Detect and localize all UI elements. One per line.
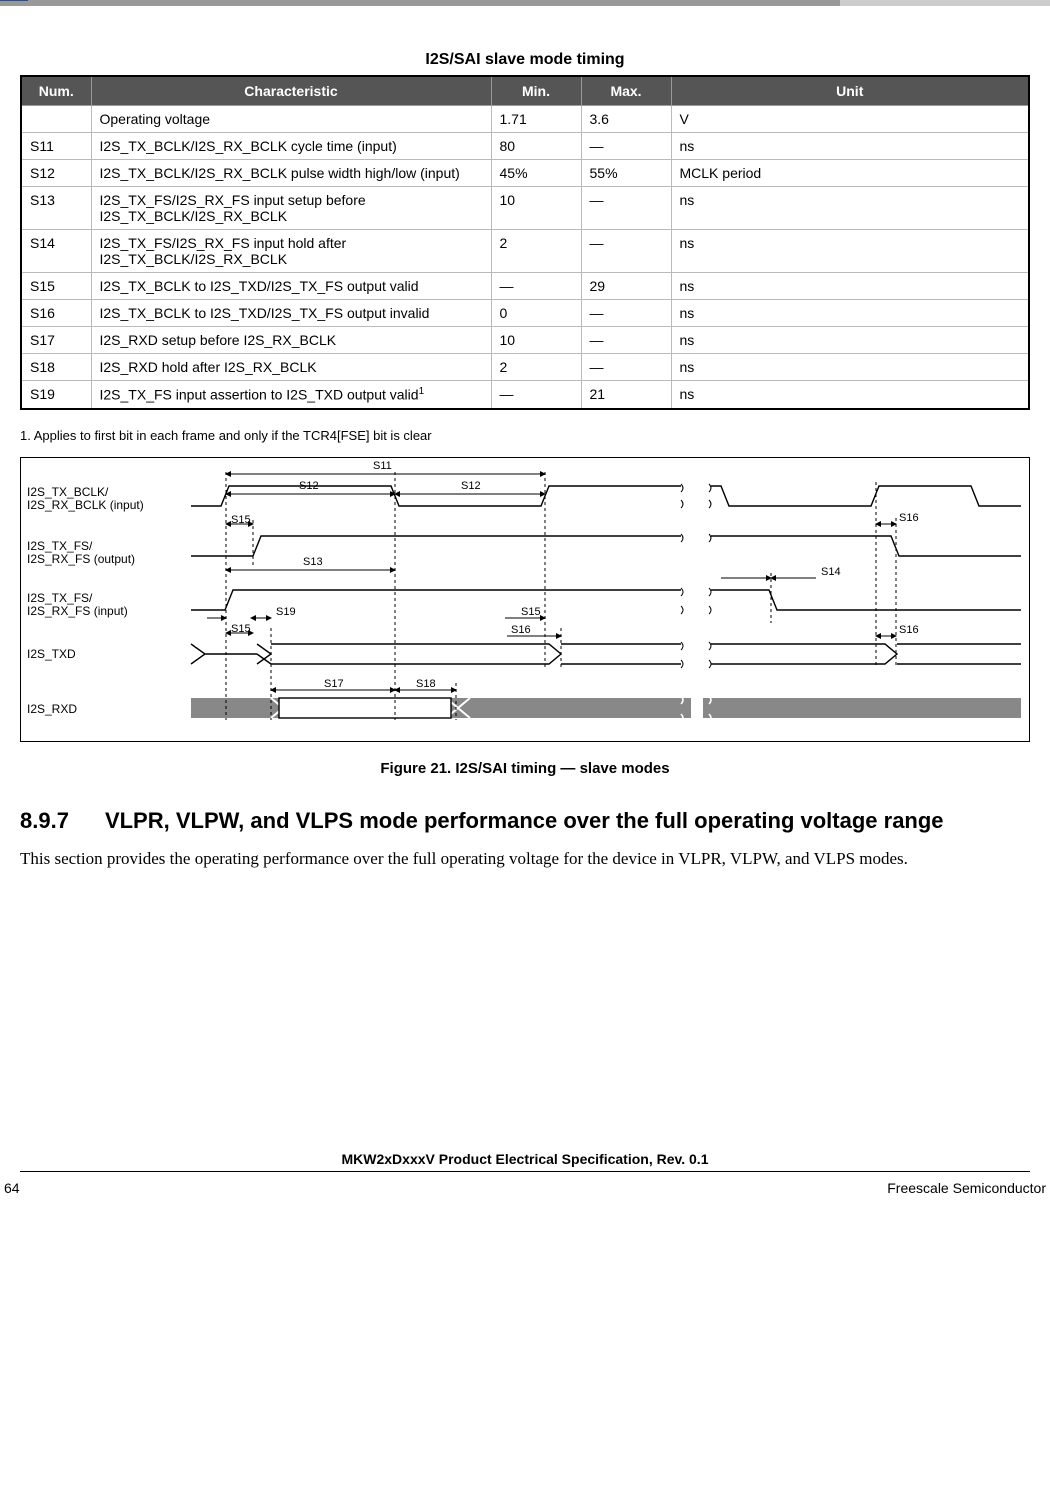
marker: S15 <box>231 623 251 635</box>
cell-char: I2S_TX_FS/I2S_RX_FS input hold after I2S… <box>91 230 491 273</box>
table-row: S19I2S_TX_FS input assertion to I2S_TXD … <box>21 381 1029 409</box>
cell-unit: ns <box>671 327 1029 354</box>
marker: S11 <box>373 460 392 472</box>
table-row: S11I2S_TX_BCLK/I2S_RX_BCLK cycle time (i… <box>21 133 1029 160</box>
cell-min: 1.71 <box>491 106 581 133</box>
marker: S12 <box>299 480 319 492</box>
page-top-bar <box>0 0 1050 6</box>
cell-char: I2S_TX_BCLK/I2S_RX_BCLK pulse width high… <box>91 160 491 187</box>
marker: S12 <box>461 480 481 492</box>
cell-min: 45% <box>491 160 581 187</box>
marker: S15 <box>231 514 251 526</box>
cell-char: I2S_TX_BCLK/I2S_RX_BCLK cycle time (inpu… <box>91 133 491 160</box>
section-title: VLPR, VLPW, and VLPS mode performance ov… <box>105 807 944 835</box>
timing-svg <box>21 458 1027 741</box>
col-char: Characteristic <box>91 76 491 106</box>
cell-char: I2S_RXD setup before I2S_RX_BCLK <box>91 327 491 354</box>
cell-min: 10 <box>491 187 581 230</box>
cell-min: 0 <box>491 300 581 327</box>
cell-unit: ns <box>671 230 1029 273</box>
marker: S19 <box>276 606 296 618</box>
cell-max: — <box>581 354 671 381</box>
footer-doc-title: MKW2xDxxxV Product Electrical Specificat… <box>20 1151 1030 1172</box>
col-min: Min. <box>491 76 581 106</box>
cell-min: 80 <box>491 133 581 160</box>
section-body: This section provides the operating perf… <box>20 848 1030 871</box>
table-row: S18I2S_RXD hold after I2S_RX_BCLK2—ns <box>21 354 1029 381</box>
cell-char: I2S_TX_FS input assertion to I2S_TXD out… <box>91 381 491 409</box>
cell-unit: ns <box>671 300 1029 327</box>
cell-num: S14 <box>21 230 91 273</box>
table-row: Operating voltage1.713.6V <box>21 106 1029 133</box>
cell-max: — <box>581 187 671 230</box>
footer-company: Freescale Semiconductor <box>887 1180 1046 1196</box>
cell-num: S16 <box>21 300 91 327</box>
cell-unit: ns <box>671 354 1029 381</box>
table-header-row: Num. Characteristic Min. Max. Unit <box>21 76 1029 106</box>
table-footnote: 1. Applies to first bit in each frame an… <box>20 428 1030 443</box>
table-row: S12I2S_TX_BCLK/I2S_RX_BCLK pulse width h… <box>21 160 1029 187</box>
cell-char: Operating voltage <box>91 106 491 133</box>
marker: S16 <box>899 624 919 636</box>
marker: S13 <box>303 556 323 568</box>
footer-page-number: 64 <box>4 1180 20 1196</box>
cell-max: 3.6 <box>581 106 671 133</box>
cell-min: — <box>491 273 581 300</box>
cell-num: S17 <box>21 327 91 354</box>
cell-unit: ns <box>671 133 1029 160</box>
cell-max: — <box>581 300 671 327</box>
marker: S17 <box>324 678 344 690</box>
cell-max: — <box>581 230 671 273</box>
timing-diagram: I2S_TX_BCLK/I2S_RX_BCLK (input) I2S_TX_F… <box>20 457 1030 742</box>
cell-char: I2S_TX_FS/I2S_RX_FS input setup before I… <box>91 187 491 230</box>
table-row: S13I2S_TX_FS/I2S_RX_FS input setup befor… <box>21 187 1029 230</box>
cell-num: S11 <box>21 133 91 160</box>
table-row: S16I2S_TX_BCLK to I2S_TXD/I2S_TX_FS outp… <box>21 300 1029 327</box>
cell-max: — <box>581 133 671 160</box>
col-max: Max. <box>581 76 671 106</box>
cell-unit: ns <box>671 187 1029 230</box>
marker: S15 <box>521 606 541 618</box>
cell-char: I2S_TX_BCLK to I2S_TXD/I2S_TX_FS output … <box>91 300 491 327</box>
cell-unit: ns <box>671 273 1029 300</box>
table-title: I2S/SAI slave mode timing <box>20 51 1030 69</box>
cell-char: I2S_RXD hold after I2S_RX_BCLK <box>91 354 491 381</box>
page-footer: MKW2xDxxxV Product Electrical Specificat… <box>0 1151 1050 1196</box>
section-number: 8.9.7 <box>20 808 69 834</box>
cell-min: 2 <box>491 230 581 273</box>
cell-num: S12 <box>21 160 91 187</box>
cell-num <box>21 106 91 133</box>
cell-unit: ns <box>671 381 1029 409</box>
cell-num: S19 <box>21 381 91 409</box>
table-row: S15I2S_TX_BCLK to I2S_TXD/I2S_TX_FS outp… <box>21 273 1029 300</box>
marker: S16 <box>511 624 531 636</box>
cell-min: 2 <box>491 354 581 381</box>
marker: S16 <box>899 512 919 524</box>
section-heading: 8.9.7 VLPR, VLPW, and VLPS mode performa… <box>20 807 1030 835</box>
cell-max: 21 <box>581 381 671 409</box>
table-row: S17I2S_RXD setup before I2S_RX_BCLK10—ns <box>21 327 1029 354</box>
marker: S14 <box>821 566 841 578</box>
cell-min: 10 <box>491 327 581 354</box>
col-unit: Unit <box>671 76 1029 106</box>
cell-max: — <box>581 327 671 354</box>
figure-caption: Figure 21. I2S/SAI timing — slave modes <box>20 760 1030 777</box>
cell-min: — <box>491 381 581 409</box>
cell-char: I2S_TX_BCLK to I2S_TXD/I2S_TX_FS output … <box>91 273 491 300</box>
marker: S18 <box>416 678 436 690</box>
cell-num: S18 <box>21 354 91 381</box>
cell-unit: V <box>671 106 1029 133</box>
table-row: S14I2S_TX_FS/I2S_RX_FS input hold after … <box>21 230 1029 273</box>
col-num: Num. <box>21 76 91 106</box>
cell-max: 55% <box>581 160 671 187</box>
cell-max: 29 <box>581 273 671 300</box>
timing-table: Num. Characteristic Min. Max. Unit Opera… <box>20 75 1030 410</box>
cell-num: S15 <box>21 273 91 300</box>
cell-unit: MCLK period <box>671 160 1029 187</box>
cell-num: S13 <box>21 187 91 230</box>
page-accent <box>0 0 28 1</box>
